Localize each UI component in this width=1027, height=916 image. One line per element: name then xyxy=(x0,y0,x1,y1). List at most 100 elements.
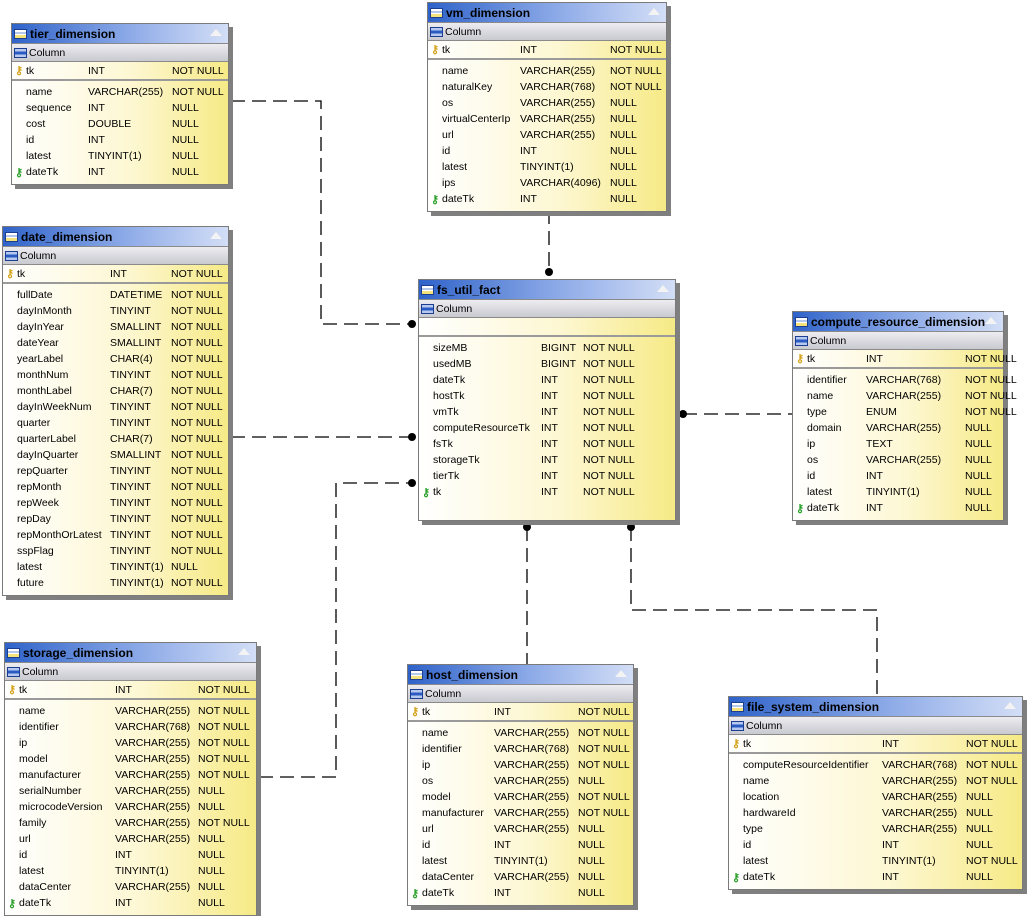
column-row[interactable]: repQuarter TINYINT NOT NULL xyxy=(3,463,228,479)
column-row[interactable]: name VARCHAR(255) NOT NULL xyxy=(12,84,228,100)
column-row[interactable]: name VARCHAR(255) NOT NULL xyxy=(729,773,1022,789)
column-row[interactable]: virtualCenterIp VARCHAR(255) NULL xyxy=(428,111,666,127)
entity-header[interactable]: vm_dimension xyxy=(428,3,666,22)
entity-header[interactable]: date_dimension xyxy=(3,227,228,246)
column-row[interactable]: sizeMB BIGINT NOT NULL xyxy=(419,340,675,356)
column-row[interactable]: name VARCHAR(255) NOT NULL xyxy=(428,63,666,79)
column-row[interactable]: yearLabel CHAR(4) NOT NULL xyxy=(3,351,228,367)
column-row[interactable]: identifier VARCHAR(768) NOT NULL xyxy=(793,372,1017,388)
collapse-icon[interactable] xyxy=(210,232,222,239)
entity-fs-util-fact[interactable]: fs_util_fact Column sizeMB BIGINT NOT NULL us… xyxy=(418,279,676,521)
collapse-icon[interactable] xyxy=(238,648,250,655)
column-row[interactable]: ⚷ dateTk INT NULL xyxy=(428,191,666,207)
column-row[interactable]: model VARCHAR(255) NOT NULL xyxy=(5,751,256,767)
column-row[interactable]: dataCenter VARCHAR(255) NULL xyxy=(408,869,633,885)
column-row[interactable]: ip TEXT NULL xyxy=(793,436,1003,452)
column-row[interactable]: ⚷ dateTk INT NULL xyxy=(793,500,1003,516)
column-row[interactable]: computeResourceIdentifier VARCHAR(768) NOT… xyxy=(729,757,1022,773)
column-row[interactable]: latest TINYINT(1) NULL xyxy=(5,863,256,879)
column-row[interactable]: ⚷ dateTk INT NULL xyxy=(408,885,633,901)
column-row[interactable]: url VARCHAR(255) NULL xyxy=(5,831,256,847)
column-row[interactable]: model VARCHAR(255) NOT NULL xyxy=(408,789,633,805)
entity-header[interactable]: fs_util_fact xyxy=(419,280,675,299)
entity-compute-resource-dimension[interactable]: compute_resource_dimension Column ⚷ tk INT NO… xyxy=(792,311,1017,521)
column-row[interactable]: ⚷ tk INT NOT NULL xyxy=(419,484,675,500)
column-row[interactable]: latest TINYINT(1) NULL xyxy=(428,159,666,175)
entity-vm-dimension[interactable]: vm_dimension Column ⚷ tk INT NOT NULL name VARC… xyxy=(427,2,667,212)
column-row[interactable]: identifier VARCHAR(768) NOT NULL xyxy=(408,741,633,757)
column-row[interactable]: id INT NULL xyxy=(5,847,256,863)
column-row[interactable]: ⚷ dateTk INT NULL xyxy=(5,895,256,911)
primary-key-row[interactable]: ⚷ tk INT NOT NULL xyxy=(793,350,1017,369)
column-row[interactable]: id INT NULL xyxy=(408,837,633,853)
column-row[interactable]: domain VARCHAR(255) NULL xyxy=(793,420,1003,436)
column-row[interactable]: os VARCHAR(255) NULL xyxy=(793,452,1003,468)
entity-storage-dimension[interactable]: storage_dimension Column ⚷ tk INT NOT NULL nam… xyxy=(4,642,257,916)
collapse-icon[interactable] xyxy=(985,317,997,324)
column-row[interactable]: usedMB BIGINT NOT NULL xyxy=(419,356,675,372)
column-row[interactable]: dateTk INT NOT NULL xyxy=(419,372,675,388)
column-row[interactable]: family VARCHAR(255) NOT NULL xyxy=(5,815,256,831)
column-row[interactable]: latest TINYINT(1) NOT NULL xyxy=(729,853,1022,869)
connector-fs-fact[interactable] xyxy=(630,527,878,696)
column-row[interactable]: latest TINYINT(1) NULL xyxy=(408,853,633,869)
entity-tier-dimension[interactable]: tier_dimension Column ⚷ tk INT NOT NULL name VA… xyxy=(11,23,229,185)
primary-key-row[interactable]: ⚷ tk INT NOT NULL xyxy=(408,703,633,722)
primary-key-row[interactable]: ⚷ tk INT NOT NULL xyxy=(5,681,256,700)
column-row[interactable]: cost DOUBLE NULL xyxy=(12,116,228,132)
column-row[interactable]: type ENUM NOT NULL xyxy=(793,404,1017,420)
column-row[interactable]: fsTk INT NOT NULL xyxy=(419,436,675,452)
primary-key-row[interactable]: ⚷ tk INT NOT NULL xyxy=(428,41,666,60)
entity-header[interactable]: file_system_dimension xyxy=(729,697,1022,716)
column-row[interactable]: type VARCHAR(255) NULL xyxy=(729,821,1022,837)
column-row[interactable]: repMonth TINYINT NOT NULL xyxy=(3,479,228,495)
collapse-icon[interactable] xyxy=(648,8,660,15)
column-row[interactable]: tierTk INT NOT NULL xyxy=(419,468,675,484)
column-row[interactable]: vmTk INT NOT NULL xyxy=(419,404,675,420)
column-row[interactable]: ⚷ dateTk INT NULL xyxy=(12,164,228,180)
entity-host-dimension[interactable]: host_dimension Column ⚷ tk INT NOT NULL name VA… xyxy=(407,664,634,906)
column-row[interactable]: hostTk INT NOT NULL xyxy=(419,388,675,404)
column-row[interactable]: fullDate DATETIME NOT NULL xyxy=(3,287,228,303)
column-row[interactable]: location VARCHAR(255) NULL xyxy=(729,789,1022,805)
column-row[interactable]: manufacturer VARCHAR(255) NOT NULL xyxy=(5,767,256,783)
column-row[interactable]: quarterLabel CHAR(7) NOT NULL xyxy=(3,431,228,447)
collapse-icon[interactable] xyxy=(1004,702,1016,709)
entity-header[interactable]: tier_dimension xyxy=(12,24,228,43)
column-row[interactable]: computeResourceTk INT NOT NULL xyxy=(419,420,675,436)
column-row[interactable]: monthLabel CHAR(7) NOT NULL xyxy=(3,383,228,399)
column-row[interactable]: dayInYear SMALLINT NOT NULL xyxy=(3,319,228,335)
column-row[interactable]: dayInWeekNum TINYINT NOT NULL xyxy=(3,399,228,415)
column-row[interactable]: name VARCHAR(255) NOT NULL xyxy=(408,725,633,741)
column-row[interactable]: repWeek TINYINT NOT NULL xyxy=(3,495,228,511)
column-row[interactable]: url VARCHAR(255) NULL xyxy=(428,127,666,143)
column-row[interactable]: hardwareId VARCHAR(255) NULL xyxy=(729,805,1022,821)
column-row[interactable]: ips VARCHAR(4096) NULL xyxy=(428,175,666,191)
column-row[interactable]: future TINYINT(1) NOT NULL xyxy=(3,575,228,591)
collapse-icon[interactable] xyxy=(210,29,222,36)
column-row[interactable]: url VARCHAR(255) NULL xyxy=(408,821,633,837)
column-row[interactable]: sspFlag TINYINT NOT NULL xyxy=(3,543,228,559)
column-row[interactable]: dayInQuarter SMALLINT NOT NULL xyxy=(3,447,228,463)
entity-file-system-dimension[interactable]: file_system_dimension Column ⚷ tk INT NOT NUL… xyxy=(728,696,1023,890)
column-row[interactable]: dateYear SMALLINT NOT NULL xyxy=(3,335,228,351)
primary-key-row[interactable]: ⚷ tk INT NOT NULL xyxy=(12,62,228,81)
column-row[interactable]: id INT NULL xyxy=(428,143,666,159)
column-row[interactable]: latest TINYINT(1) NULL xyxy=(793,484,1003,500)
entity-header[interactable]: host_dimension xyxy=(408,665,633,684)
column-row[interactable]: latest TINYINT(1) NULL xyxy=(12,148,228,164)
column-row[interactable]: quarter TINYINT NOT NULL xyxy=(3,415,228,431)
column-row[interactable]: sequence INT NULL xyxy=(12,100,228,116)
entity-header[interactable]: compute_resource_dimension xyxy=(793,312,1003,331)
collapse-icon[interactable] xyxy=(657,285,669,292)
column-row[interactable]: repMonthOrLatest TINYINT NOT NULL xyxy=(3,527,228,543)
primary-key-row[interactable]: ⚷ tk INT NOT NULL xyxy=(3,265,228,284)
column-row[interactable]: ⚷ dateTk INT NULL xyxy=(729,869,1022,885)
column-row[interactable]: ip VARCHAR(255) NOT NULL xyxy=(408,757,633,773)
column-row[interactable]: manufacturer VARCHAR(255) NOT NULL xyxy=(408,805,633,821)
entity-date-dimension[interactable]: date_dimension Column ⚷ tk INT NOT NULL fullDa… xyxy=(2,226,229,596)
primary-key-row[interactable]: ⚷ tk INT NOT NULL xyxy=(729,735,1022,754)
collapse-icon[interactable] xyxy=(615,670,627,677)
column-row[interactable]: os VARCHAR(255) NULL xyxy=(428,95,666,111)
column-row[interactable]: naturalKey VARCHAR(768) NOT NULL xyxy=(428,79,666,95)
